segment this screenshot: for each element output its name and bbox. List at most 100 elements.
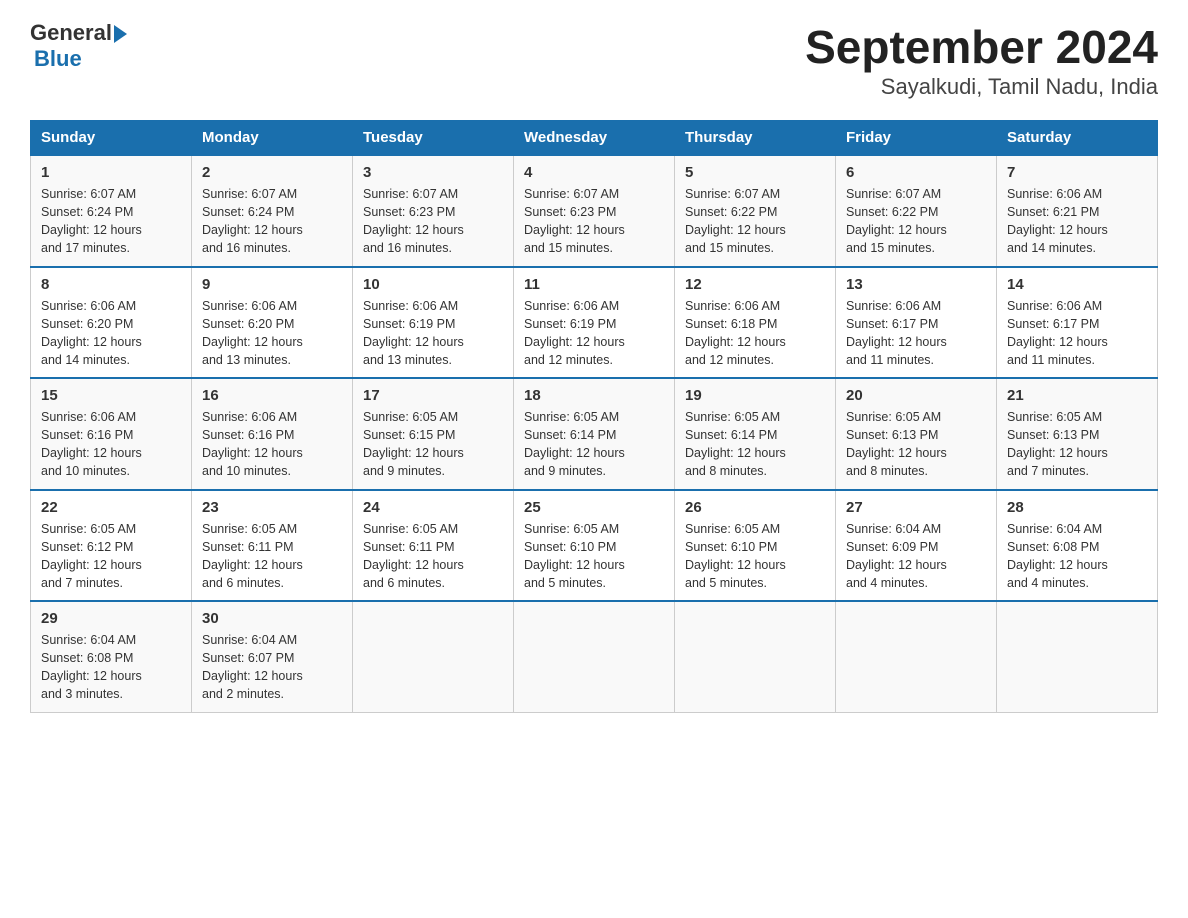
table-row: 17 Sunrise: 6:05 AM Sunset: 6:15 PM Dayl…: [353, 378, 514, 490]
logo: General Blue: [30, 20, 127, 72]
logo-blue: Blue: [34, 46, 82, 72]
day-number: 5: [685, 164, 825, 181]
calendar-header-row: Sunday Monday Tuesday Wednesday Thursday…: [31, 121, 1158, 156]
table-row: 28 Sunrise: 6:04 AM Sunset: 6:08 PM Dayl…: [997, 490, 1158, 602]
day-info: Sunrise: 6:04 AM Sunset: 6:09 PM Dayligh…: [846, 520, 986, 593]
day-info: Sunrise: 6:06 AM Sunset: 6:19 PM Dayligh…: [524, 297, 664, 370]
day-number: 18: [524, 387, 664, 404]
table-row: 24 Sunrise: 6:05 AM Sunset: 6:11 PM Dayl…: [353, 490, 514, 602]
header-tuesday: Tuesday: [353, 121, 514, 156]
table-row: 23 Sunrise: 6:05 AM Sunset: 6:11 PM Dayl…: [192, 490, 353, 602]
table-row: 18 Sunrise: 6:05 AM Sunset: 6:14 PM Dayl…: [514, 378, 675, 490]
day-info: Sunrise: 6:04 AM Sunset: 6:07 PM Dayligh…: [202, 631, 342, 704]
table-row: [514, 601, 675, 712]
day-info: Sunrise: 6:06 AM Sunset: 6:21 PM Dayligh…: [1007, 185, 1147, 258]
day-info: Sunrise: 6:04 AM Sunset: 6:08 PM Dayligh…: [1007, 520, 1147, 593]
day-info: Sunrise: 6:06 AM Sunset: 6:17 PM Dayligh…: [846, 297, 986, 370]
day-info: Sunrise: 6:06 AM Sunset: 6:20 PM Dayligh…: [202, 297, 342, 370]
table-row: 9 Sunrise: 6:06 AM Sunset: 6:20 PM Dayli…: [192, 267, 353, 379]
table-row: 19 Sunrise: 6:05 AM Sunset: 6:14 PM Dayl…: [675, 378, 836, 490]
day-number: 16: [202, 387, 342, 404]
day-number: 7: [1007, 164, 1147, 181]
table-row: 30 Sunrise: 6:04 AM Sunset: 6:07 PM Dayl…: [192, 601, 353, 712]
table-row: [353, 601, 514, 712]
day-number: 22: [41, 499, 181, 516]
day-info: Sunrise: 6:07 AM Sunset: 6:24 PM Dayligh…: [202, 185, 342, 258]
header-wednesday: Wednesday: [514, 121, 675, 156]
day-info: Sunrise: 6:06 AM Sunset: 6:16 PM Dayligh…: [41, 408, 181, 481]
day-info: Sunrise: 6:05 AM Sunset: 6:11 PM Dayligh…: [363, 520, 503, 593]
day-info: Sunrise: 6:05 AM Sunset: 6:10 PM Dayligh…: [524, 520, 664, 593]
day-number: 4: [524, 164, 664, 181]
day-number: 21: [1007, 387, 1147, 404]
day-info: Sunrise: 6:07 AM Sunset: 6:23 PM Dayligh…: [363, 185, 503, 258]
table-row: 3 Sunrise: 6:07 AM Sunset: 6:23 PM Dayli…: [353, 155, 514, 267]
table-row: 15 Sunrise: 6:06 AM Sunset: 6:16 PM Dayl…: [31, 378, 192, 490]
day-number: 20: [846, 387, 986, 404]
day-info: Sunrise: 6:07 AM Sunset: 6:22 PM Dayligh…: [685, 185, 825, 258]
day-info: Sunrise: 6:06 AM Sunset: 6:16 PM Dayligh…: [202, 408, 342, 481]
day-number: 11: [524, 276, 664, 293]
day-info: Sunrise: 6:06 AM Sunset: 6:20 PM Dayligh…: [41, 297, 181, 370]
table-row: [836, 601, 997, 712]
day-number: 9: [202, 276, 342, 293]
table-row: 10 Sunrise: 6:06 AM Sunset: 6:19 PM Dayl…: [353, 267, 514, 379]
day-number: 24: [363, 499, 503, 516]
table-row: 7 Sunrise: 6:06 AM Sunset: 6:21 PM Dayli…: [997, 155, 1158, 267]
table-row: 14 Sunrise: 6:06 AM Sunset: 6:17 PM Dayl…: [997, 267, 1158, 379]
day-number: 14: [1007, 276, 1147, 293]
day-info: Sunrise: 6:04 AM Sunset: 6:08 PM Dayligh…: [41, 631, 181, 704]
day-info: Sunrise: 6:05 AM Sunset: 6:13 PM Dayligh…: [846, 408, 986, 481]
table-row: [675, 601, 836, 712]
day-number: 6: [846, 164, 986, 181]
calendar-week-row: 1 Sunrise: 6:07 AM Sunset: 6:24 PM Dayli…: [31, 155, 1158, 267]
logo-general: General: [30, 20, 112, 46]
day-info: Sunrise: 6:05 AM Sunset: 6:14 PM Dayligh…: [685, 408, 825, 481]
calendar-week-row: 15 Sunrise: 6:06 AM Sunset: 6:16 PM Dayl…: [31, 378, 1158, 490]
calendar-table: Sunday Monday Tuesday Wednesday Thursday…: [30, 120, 1158, 713]
day-info: Sunrise: 6:06 AM Sunset: 6:19 PM Dayligh…: [363, 297, 503, 370]
table-row: 16 Sunrise: 6:06 AM Sunset: 6:16 PM Dayl…: [192, 378, 353, 490]
day-number: 8: [41, 276, 181, 293]
table-row: 1 Sunrise: 6:07 AM Sunset: 6:24 PM Dayli…: [31, 155, 192, 267]
header-saturday: Saturday: [997, 121, 1158, 156]
table-row: 22 Sunrise: 6:05 AM Sunset: 6:12 PM Dayl…: [31, 490, 192, 602]
day-number: 19: [685, 387, 825, 404]
page-header: General Blue September 2024 Sayalkudi, T…: [30, 20, 1158, 100]
day-number: 29: [41, 610, 181, 627]
day-number: 13: [846, 276, 986, 293]
calendar-week-row: 8 Sunrise: 6:06 AM Sunset: 6:20 PM Dayli…: [31, 267, 1158, 379]
day-number: 12: [685, 276, 825, 293]
day-info: Sunrise: 6:05 AM Sunset: 6:11 PM Dayligh…: [202, 520, 342, 593]
table-row: 13 Sunrise: 6:06 AM Sunset: 6:17 PM Dayl…: [836, 267, 997, 379]
calendar-week-row: 22 Sunrise: 6:05 AM Sunset: 6:12 PM Dayl…: [31, 490, 1158, 602]
calendar-week-row: 29 Sunrise: 6:04 AM Sunset: 6:08 PM Dayl…: [31, 601, 1158, 712]
header-thursday: Thursday: [675, 121, 836, 156]
day-info: Sunrise: 6:05 AM Sunset: 6:10 PM Dayligh…: [685, 520, 825, 593]
table-row: 29 Sunrise: 6:04 AM Sunset: 6:08 PM Dayl…: [31, 601, 192, 712]
day-info: Sunrise: 6:05 AM Sunset: 6:12 PM Dayligh…: [41, 520, 181, 593]
calendar-title: September 2024: [805, 20, 1158, 74]
table-row: 21 Sunrise: 6:05 AM Sunset: 6:13 PM Dayl…: [997, 378, 1158, 490]
table-row: 4 Sunrise: 6:07 AM Sunset: 6:23 PM Dayli…: [514, 155, 675, 267]
day-info: Sunrise: 6:07 AM Sunset: 6:22 PM Dayligh…: [846, 185, 986, 258]
day-number: 30: [202, 610, 342, 627]
table-row: 27 Sunrise: 6:04 AM Sunset: 6:09 PM Dayl…: [836, 490, 997, 602]
day-number: 23: [202, 499, 342, 516]
header-sunday: Sunday: [31, 121, 192, 156]
calendar-subtitle: Sayalkudi, Tamil Nadu, India: [805, 74, 1158, 100]
day-info: Sunrise: 6:07 AM Sunset: 6:23 PM Dayligh…: [524, 185, 664, 258]
day-info: Sunrise: 6:06 AM Sunset: 6:18 PM Dayligh…: [685, 297, 825, 370]
day-info: Sunrise: 6:07 AM Sunset: 6:24 PM Dayligh…: [41, 185, 181, 258]
table-row: 2 Sunrise: 6:07 AM Sunset: 6:24 PM Dayli…: [192, 155, 353, 267]
table-row: 12 Sunrise: 6:06 AM Sunset: 6:18 PM Dayl…: [675, 267, 836, 379]
day-number: 3: [363, 164, 503, 181]
table-row: 5 Sunrise: 6:07 AM Sunset: 6:22 PM Dayli…: [675, 155, 836, 267]
table-row: 25 Sunrise: 6:05 AM Sunset: 6:10 PM Dayl…: [514, 490, 675, 602]
day-info: Sunrise: 6:05 AM Sunset: 6:13 PM Dayligh…: [1007, 408, 1147, 481]
day-number: 28: [1007, 499, 1147, 516]
day-number: 10: [363, 276, 503, 293]
day-number: 25: [524, 499, 664, 516]
day-info: Sunrise: 6:06 AM Sunset: 6:17 PM Dayligh…: [1007, 297, 1147, 370]
day-number: 27: [846, 499, 986, 516]
